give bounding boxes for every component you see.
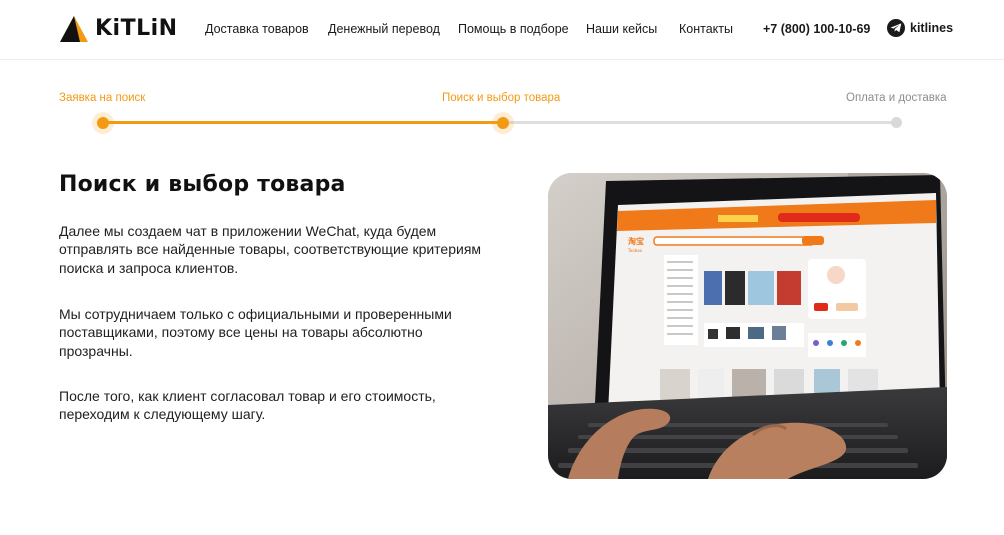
step-dot-2 xyxy=(492,112,514,134)
paragraph-wechat: Далее мы создаем чат в приложении WeChat… xyxy=(59,223,482,276)
step-dot-3 xyxy=(891,117,902,128)
laptop-photo: 淘宝 Taobao xyxy=(548,173,947,479)
nav-link-selection-help[interactable]: Помощь в подборе xyxy=(458,20,569,38)
paragraph-next-step: После того, как клиент согласовал товар … xyxy=(59,388,436,423)
taobao-logo-subtext: Taobao xyxy=(627,248,643,253)
taobao-logo-text: 淘宝 xyxy=(628,236,644,246)
paragraph-suppliers: Мы сотрудничаем только с официальными и … xyxy=(59,306,452,359)
laptop-illustration: 淘宝 Taobao xyxy=(548,173,947,479)
nav-link-cases[interactable]: Наши кейсы xyxy=(586,20,657,38)
telegram-link[interactable]: kitlines xyxy=(887,19,953,37)
nav-link-money-transfer[interactable]: Денежный перевод xyxy=(328,20,440,38)
nav-link-delivery[interactable]: Доставка товаров xyxy=(205,20,309,38)
phone-link[interactable]: +7 (800) 100-10-69 xyxy=(763,20,870,38)
step-label-search-request: Заявка на поиск xyxy=(59,92,146,104)
progress-steps: Заявка на поиск Поиск и выбор товара Опл… xyxy=(59,88,947,138)
site-header: KiTLiN Доставка товаров Денежный перевод… xyxy=(0,0,1004,60)
telegram-icon xyxy=(887,19,905,37)
step-label-payment-delivery: Оплата и доставка xyxy=(846,92,947,104)
progress-fill xyxy=(103,121,503,124)
section-title: Поиск и выбор товара xyxy=(59,172,346,197)
step-dot-1 xyxy=(92,112,114,134)
step-label-search-select: Поиск и выбор товара xyxy=(442,92,561,104)
nav-link-contacts[interactable]: Контакты xyxy=(679,20,733,38)
telegram-label: kitlines xyxy=(910,21,954,35)
